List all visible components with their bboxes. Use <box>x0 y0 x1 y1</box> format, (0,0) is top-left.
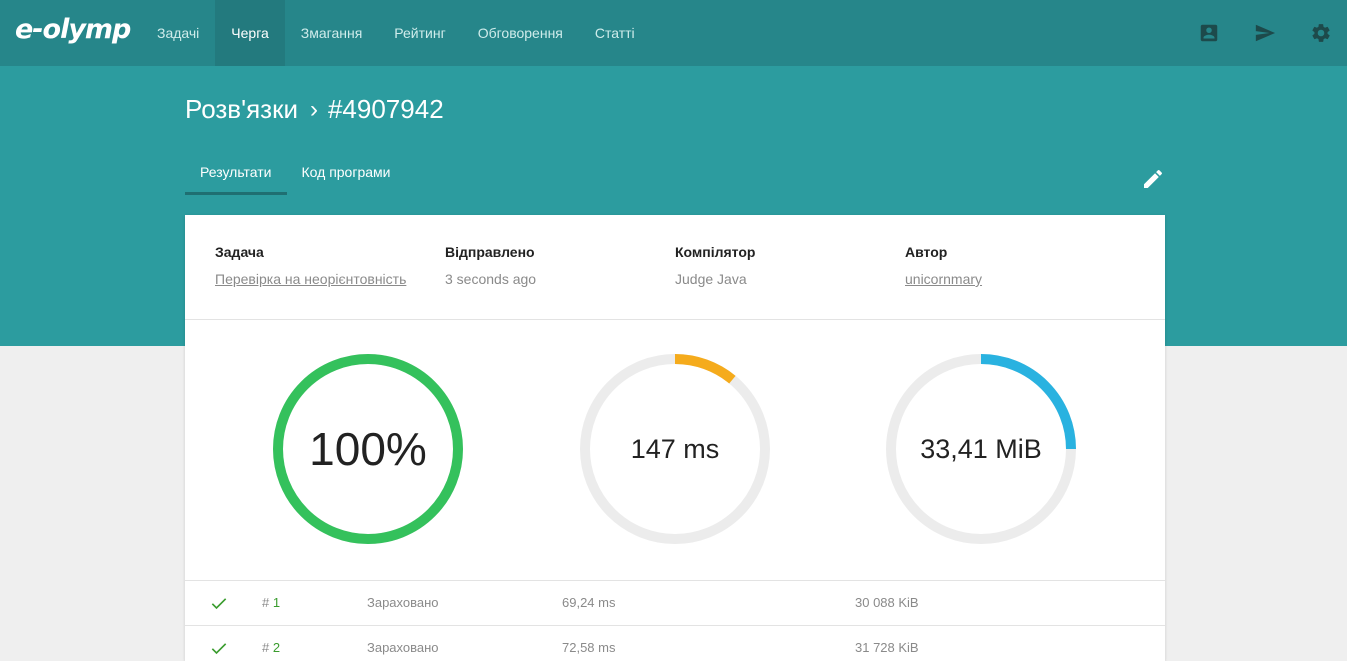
breadcrumb-separator: › <box>309 95 318 123</box>
test-hash: # <box>262 595 270 610</box>
test-number-value: 2 <box>272 640 281 655</box>
memory-gauge: 33,41 MiB <box>881 349 1081 549</box>
info-compiler-value: Judge Java <box>675 271 747 287</box>
result-gauges: 100% 147 ms 33,41 MiB <box>185 321 1165 581</box>
test-number: # 1 <box>262 595 280 610</box>
info-sent-value: 3 seconds ago <box>445 271 537 287</box>
main-nav: Задачі Черга Змагання Рейтинг Обговоренн… <box>141 0 651 66</box>
time-gauge: 147 ms <box>575 349 775 549</box>
score-gauge: 100% <box>268 349 468 549</box>
info-sent: Відправлено 3 seconds ago <box>445 244 675 287</box>
nav-item-articles[interactable]: Статті <box>579 0 651 66</box>
submission-info: Задача Перевірка на неорієнтовність Відп… <box>185 215 1165 320</box>
table-row: # 1 Зараховано 69,24 ms 30 088 KiB <box>185 580 1165 625</box>
send-icon[interactable] <box>1254 22 1276 44</box>
check-icon <box>211 598 227 610</box>
test-number: # 2 <box>262 640 280 655</box>
test-status: Зараховано <box>367 595 439 610</box>
nav-item-rating[interactable]: Рейтинг <box>378 0 461 66</box>
info-compiler: Компілятор Judge Java <box>675 244 905 287</box>
pencil-icon[interactable] <box>1141 167 1165 191</box>
tab-bar: Результати Код програми <box>185 150 405 195</box>
tab-results[interactable]: Результати <box>185 150 287 195</box>
nav-item-queue[interactable]: Черга <box>215 0 285 66</box>
gear-icon[interactable] <box>1310 22 1332 44</box>
info-author-label: Автор <box>905 244 948 260</box>
tab-source-code[interactable]: Код програми <box>287 150 406 195</box>
test-results: # 1 Зараховано 69,24 ms 30 088 KiB # 2 З… <box>185 580 1165 661</box>
memory-gauge-value: 33,41 MiB <box>920 433 1042 464</box>
info-sent-label: Відправлено <box>445 244 535 260</box>
nav-item-tasks[interactable]: Задачі <box>141 0 215 66</box>
info-task-label: Задача <box>215 244 264 260</box>
test-time: 72,58 ms <box>562 640 616 655</box>
table-row: # 2 Зараховано 72,58 ms 31 728 KiB <box>185 625 1165 661</box>
info-task-link[interactable]: Перевірка на неорієнтовність <box>215 271 445 287</box>
site-logo[interactable]: e-olymp <box>15 14 131 45</box>
test-status: Зараховано <box>367 640 439 655</box>
breadcrumb-parent[interactable]: Розв'язки <box>185 94 298 125</box>
test-memory: 31 728 KiB <box>855 640 919 655</box>
breadcrumb: Розв'язки › #4907942 <box>185 94 444 125</box>
nav-item-competitions[interactable]: Змагання <box>285 0 379 66</box>
info-author: Автор unicornmary <box>905 244 1135 287</box>
test-hash: # <box>262 640 270 655</box>
test-memory: 30 088 KiB <box>855 595 919 610</box>
info-task: Задача Перевірка на неорієнтовність <box>215 244 445 287</box>
submission-card: Задача Перевірка на неорієнтовність Відп… <box>185 215 1165 661</box>
check-icon <box>211 643 227 655</box>
score-gauge-value: 100% <box>309 423 427 475</box>
info-compiler-label: Компілятор <box>675 244 756 260</box>
test-number-value: 1 <box>272 595 281 610</box>
time-gauge-value: 147 ms <box>630 433 720 464</box>
breadcrumb-current: #4907942 <box>327 94 444 124</box>
top-navbar: e-olymp Задачі Черга Змагання Рейтинг Об… <box>0 0 1347 66</box>
test-time: 69,24 ms <box>562 595 616 610</box>
account-box-icon[interactable] <box>1198 22 1220 44</box>
nav-item-discussions[interactable]: Обговорення <box>462 0 579 66</box>
info-author-link[interactable]: unicornmary <box>905 271 1135 287</box>
